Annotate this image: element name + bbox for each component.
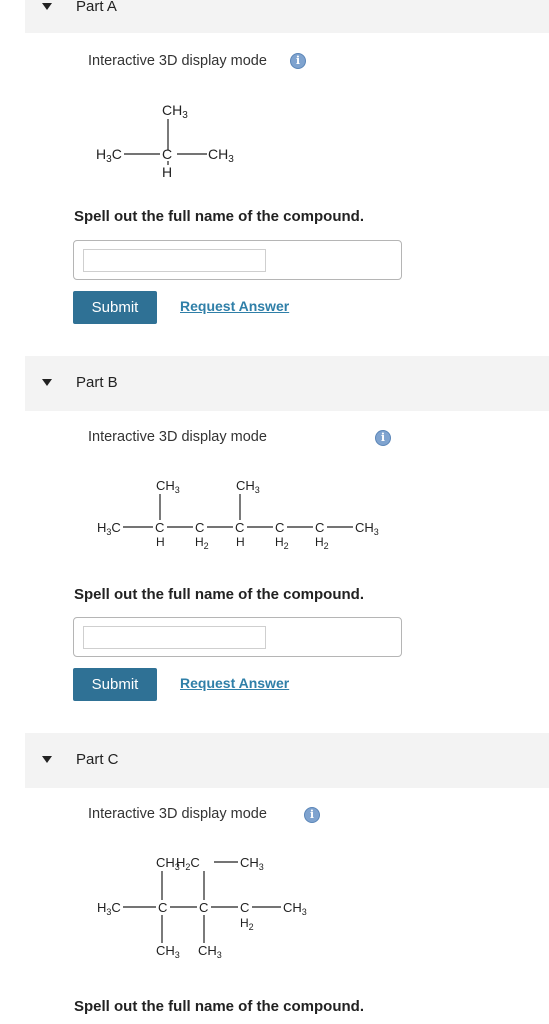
part-b-h2-5: H2 bbox=[315, 535, 329, 551]
part-c-structure: CH3 H2C CH3 H3C C C C CH3 H2 CH3 CH3 bbox=[97, 855, 307, 960]
part-b-answer-box bbox=[73, 617, 402, 657]
caret-down-icon[interactable] bbox=[42, 379, 52, 386]
part-a-request-answer-link[interactable]: Request Answer bbox=[180, 298, 289, 314]
part-b-prompt: Spell out the full name of the compound. bbox=[74, 586, 364, 603]
part-c-top-h2c: H2C bbox=[176, 855, 200, 872]
part-b-display-mode-label: Interactive 3D display mode bbox=[88, 429, 267, 445]
part-b-answer-input[interactable] bbox=[83, 626, 266, 649]
part-c-c3-h2: H2 bbox=[240, 916, 254, 932]
part-b-h3c-left: H3C bbox=[97, 520, 121, 537]
part-a-prompt: Spell out the full name of the compound. bbox=[74, 208, 364, 225]
part-a-h-below: H bbox=[162, 164, 172, 180]
part-a-display-mode-label: Interactive 3D display mode bbox=[88, 53, 267, 69]
part-c-bottom-ch3-1: CH3 bbox=[156, 943, 180, 960]
part-c-title[interactable]: Part C bbox=[76, 751, 119, 768]
info-icon[interactable]: i bbox=[375, 430, 391, 446]
info-icon[interactable]: i bbox=[290, 53, 306, 69]
part-b-title[interactable]: Part B bbox=[76, 374, 118, 391]
caret-down-icon[interactable] bbox=[42, 3, 52, 10]
part-b-c4: C bbox=[275, 520, 284, 535]
part-a-title[interactable]: Part A bbox=[76, 0, 117, 15]
part-b-c3: C bbox=[235, 520, 244, 535]
part-b-structure: CH3 CH3 H3C C C C C C CH3 H H2 H H2 H2 bbox=[97, 478, 379, 551]
part-b-branch-ch3-1: CH3 bbox=[156, 478, 180, 495]
part-a-answer-box bbox=[73, 240, 402, 280]
part-b-c5: C bbox=[315, 520, 324, 535]
part-c-bottom-ch3-2: CH3 bbox=[198, 943, 222, 960]
part-b-h-3: H bbox=[236, 535, 245, 549]
caret-down-icon[interactable] bbox=[42, 756, 52, 763]
part-c-c3: C bbox=[240, 900, 249, 915]
part-b-h2-4: H2 bbox=[275, 535, 289, 551]
part-a-answer-input[interactable] bbox=[83, 249, 266, 272]
info-icon[interactable]: i bbox=[304, 807, 320, 823]
part-b-submit-button[interactable]: Submit bbox=[73, 668, 157, 701]
part-c-ch3-right: CH3 bbox=[283, 900, 307, 917]
part-c-prompt: Spell out the full name of the compound. bbox=[74, 998, 364, 1015]
part-a-ch3-right: CH3 bbox=[208, 146, 234, 165]
part-a-submit-button[interactable]: Submit bbox=[73, 291, 157, 324]
part-b-c1: C bbox=[155, 520, 164, 535]
part-c-display-mode-label: Interactive 3D display mode bbox=[88, 806, 267, 822]
part-c-c2: C bbox=[199, 900, 208, 915]
part-b-branch-ch3-2: CH3 bbox=[236, 478, 260, 495]
part-b-request-answer-link[interactable]: Request Answer bbox=[180, 675, 289, 691]
part-b-h2-2: H2 bbox=[195, 535, 209, 551]
part-a-h3c-left: H3C bbox=[96, 146, 122, 165]
part-a-structure: CH3 H3C C CH3 H bbox=[96, 102, 234, 180]
part-b-h-1: H bbox=[156, 535, 165, 549]
part-b-ch3-right: CH3 bbox=[355, 520, 379, 537]
part-a-center-c: C bbox=[162, 146, 172, 162]
part-a-ch3-top: CH3 bbox=[162, 102, 188, 121]
part-b-c2: C bbox=[195, 520, 204, 535]
part-c-h3c-left: H3C bbox=[97, 900, 121, 917]
part-c-c1: C bbox=[158, 900, 167, 915]
part-c-top-ch3-right: CH3 bbox=[240, 855, 264, 872]
